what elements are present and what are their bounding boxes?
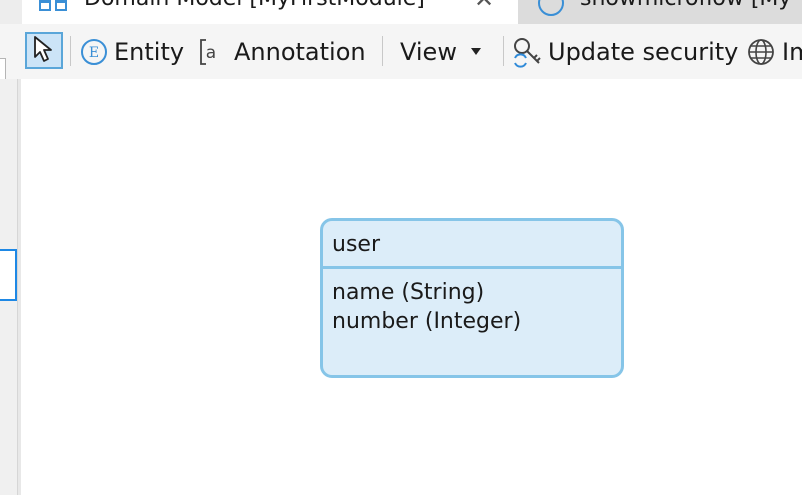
toolbar-overflow-handle[interactable]: [0, 58, 6, 79]
annotation-button-label: Annotation: [234, 37, 366, 66]
pointer-tool-button[interactable]: [25, 32, 63, 69]
microflow-icon: [536, 0, 566, 23]
entity-icon: E: [80, 38, 108, 66]
annotation-button[interactable]: a Annotation: [198, 24, 366, 79]
domain-model-icon: [38, 0, 68, 17]
document-tab-strip: Domain Model [MyFirstModule] ✕ showmicro…: [0, 0, 802, 24]
tab-label: Domain Model [MyFirstModule]: [84, 0, 425, 10]
entity-button-label: Entity: [114, 37, 185, 66]
pointer-icon: [29, 34, 59, 68]
view-dropdown-label: View: [400, 37, 457, 66]
svg-text:E: E: [89, 45, 99, 61]
tab-domain-model[interactable]: Domain Model [MyFirstModule] ✕: [22, 0, 518, 24]
entity-button[interactable]: E Entity: [80, 24, 184, 79]
globe-icon: [746, 37, 776, 67]
selected-panel-item[interactable]: [0, 249, 17, 301]
entity-attributes: name (String) number (Integer): [323, 269, 621, 336]
attribute-row[interactable]: number (Integer): [332, 307, 621, 336]
annotation-icon: a: [198, 37, 222, 67]
toolbar-separator: [382, 36, 383, 66]
attribute-row[interactable]: name (String): [332, 278, 621, 307]
caret-down-icon: [470, 47, 481, 56]
toolbar-separator: [70, 36, 71, 66]
update-security-button[interactable]: Update security: [512, 24, 738, 79]
tab-label: showmicroflow [My: [580, 0, 791, 10]
left-side-panel: [0, 79, 18, 495]
svg-text:a: a: [206, 43, 216, 63]
tab-showmicroflow[interactable]: showmicroflow [My: [518, 0, 802, 24]
entity-user[interactable]: user name (String) number (Integer): [320, 218, 624, 378]
security-key-refresh-icon: [512, 36, 542, 68]
toolbar-separator: [503, 36, 504, 66]
view-dropdown[interactable]: View: [400, 24, 481, 79]
domain-model-toolbar: E Entity a Annotation View Update securi…: [0, 24, 802, 79]
close-icon[interactable]: ✕: [474, 0, 494, 11]
import-button-label: Im: [782, 37, 802, 66]
import-button[interactable]: Im: [746, 24, 802, 79]
entity-name: user: [323, 221, 621, 269]
update-security-label: Update security: [548, 37, 739, 66]
